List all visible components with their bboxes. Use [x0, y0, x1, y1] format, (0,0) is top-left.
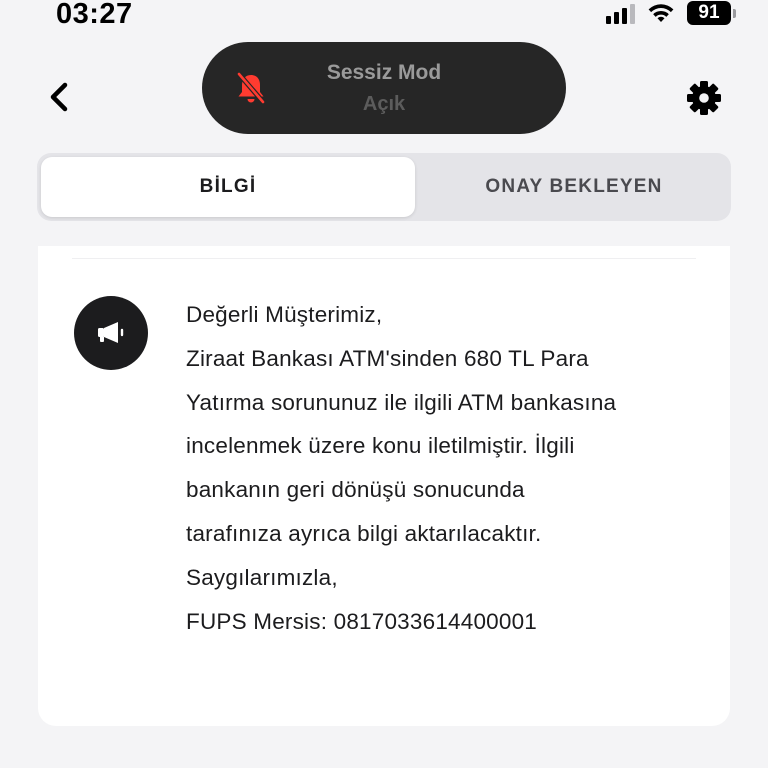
megaphone-icon: [74, 296, 148, 370]
notification-message: Değerli Müşterimiz, Ziraat Bankası ATM's…: [186, 293, 706, 643]
message-line: incelenmek üzere konu iletilmiştir. İlgi…: [186, 433, 575, 459]
megaphone-glyph-icon: [98, 322, 124, 343]
screen: 03:27 91 Sessiz Mod Açık BİLGİ ONAY BEKL…: [0, 0, 768, 768]
message-line: tarafınıza ayrıca bilgi aktarılacaktır.: [186, 520, 542, 546]
gear-icon[interactable]: [684, 78, 724, 118]
notification-card: Değerli Müşterimiz, Ziraat Bankası ATM's…: [38, 246, 730, 726]
silent-mode-toast: Sessiz Mod Açık: [202, 42, 566, 134]
tab-segmented-control: BİLGİ ONAY BEKLEYEN: [37, 153, 731, 221]
toast-subtitle: Açık: [362, 93, 406, 115]
message-line: Ziraat Bankası ATM'sinden 680 TL Para: [186, 345, 589, 371]
cellular-signal-icon: [606, 2, 635, 24]
status-time: 03:27: [56, 0, 133, 30]
wifi-icon: [648, 4, 674, 22]
battery-level: 91: [687, 1, 731, 25]
divider: [72, 258, 696, 259]
message-line: Değerli Müşterimiz,: [186, 302, 383, 327]
battery-icon: 91: [687, 1, 736, 25]
status-icons: 91: [606, 1, 736, 25]
message-line: bankanın geri dönüşü sonucunda: [186, 477, 525, 503]
message-line: Yatırma sorununuz ile ilgili ATM bankası…: [186, 389, 617, 415]
chevron-left-icon[interactable]: [44, 80, 74, 114]
status-bar: 03:27 91: [0, 0, 768, 34]
message-line: FUPS Mersis: 0817033614400001: [186, 608, 538, 634]
tab-info[interactable]: BİLGİ: [41, 157, 415, 217]
tab-pending-approval[interactable]: ONAY BEKLEYEN: [421, 157, 727, 217]
toast-title: Sessiz Mod: [326, 61, 442, 84]
message-line: Saygılarımızla,: [186, 564, 338, 590]
